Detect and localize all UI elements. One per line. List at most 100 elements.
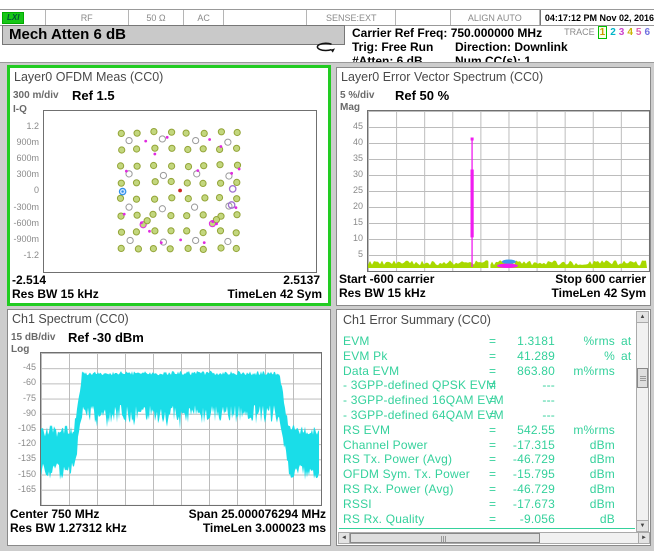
direction-text: Direction: Downlink (455, 41, 568, 54)
evm-resbw-label: Res BW 15 kHz (339, 286, 426, 300)
y-tick-label: -120 (18, 438, 36, 448)
trace-select-3[interactable]: 3 (619, 27, 625, 38)
trace-select-5[interactable]: 5 (636, 27, 642, 38)
quadrant-area: Layer0 OFDM Meas (CC0) 300 m/div Ref 1.5… (0, 62, 654, 551)
metric-name: RSSI (343, 497, 372, 511)
trig-text: Trig: Free Run (352, 41, 433, 54)
y-tick-label: -300m (13, 202, 39, 212)
evm-timelen-label: TimeLen 42 Sym (552, 286, 647, 300)
summary-row: - 3GPP-defined 16QAM EVM=--- (343, 393, 637, 408)
summary-row: RS Tx. Power (Avg)=-46.729dBm (343, 452, 637, 467)
ofdm-ref-label: Ref 1.5 (72, 88, 115, 103)
horizontal-scroll-thumb[interactable] (350, 533, 540, 543)
y-tick-label: -45 (23, 362, 36, 372)
y-tick-label: -75 (23, 393, 36, 403)
metric-name: RS Rx. Quality (343, 512, 425, 526)
metric-name: OFDM Sym. Tx. Power (343, 467, 470, 481)
scroll-right-arrow[interactable]: ► (638, 533, 649, 543)
lxi-indicator: LXI (2, 12, 24, 24)
ofdm-xmax-label: 2.5137 (283, 273, 320, 287)
spectrum-trace-svg (41, 353, 319, 503)
metric-name: - 3GPP-defined 16QAM EVM (343, 393, 504, 407)
metric-value: 542.55 (495, 423, 555, 437)
constellation-svg (44, 111, 314, 270)
y-tick-label: -1.2 (23, 250, 39, 260)
summary-row: Data EVM=863.80m%rms (343, 364, 637, 379)
metric-unit: %rms (557, 334, 615, 348)
metric-unit: m%rms (557, 364, 615, 378)
spectrum-span-label: Span 25.000076294 MHz (189, 507, 326, 521)
spectrum-panel[interactable]: Ch1 Spectrum (CC0) 15 dB/div Ref -30 dBm… (7, 309, 331, 546)
spectrum-center-label: Center 750 MHz (10, 507, 99, 521)
summary-row: Channel Power=-17.315dBm (343, 438, 637, 453)
trace-select-1[interactable]: 1 (598, 26, 608, 39)
trace-row: TRACE123456 (564, 27, 650, 38)
metric-name: EVM Pk (343, 349, 388, 363)
status-spacer (224, 10, 307, 25)
summary-row: EVM=1.3181%rmsat (343, 334, 637, 349)
metric-value: -46.729 (495, 482, 555, 496)
error-vector-spectrum-panel[interactable]: Layer0 Error Vector Spectrum (CC0) 5 %/d… (336, 67, 651, 306)
y-tick-label: -60 (23, 377, 36, 387)
ofdm-xmin-label: -2.514 (12, 273, 46, 287)
y-tick-label: 40 (353, 137, 363, 147)
scroll-left-arrow[interactable]: ◄ (339, 533, 350, 543)
y-tick-label: 5 (358, 249, 363, 259)
continuous-sweep-icon (313, 40, 335, 54)
status-spacer (396, 10, 450, 25)
metric-name: Channel Power (343, 438, 428, 452)
summary-divider (339, 528, 635, 529)
analyzer-screen: LXI RF 50 Ω AC SENSE:EXT ALIGN AUTO 04:1… (0, 0, 654, 551)
vertical-scrollbar[interactable]: ▲ ▼ (636, 311, 649, 532)
error-summary-panel[interactable]: Ch1 Error Summary (CC0) EVM=1.3181%rmsat… (336, 309, 651, 546)
horizontal-scrollbar[interactable]: ◄ ► (338, 532, 650, 544)
metric-value: --- (495, 408, 555, 422)
summary-row: RS Rx. Quality=-9.056dB (343, 512, 637, 527)
trace-select-2[interactable]: 2 (610, 27, 616, 38)
summary-row: EVM Pk=41.289%at (343, 349, 637, 364)
y-tick-label: 900m (16, 137, 39, 147)
metric-extra: at (621, 349, 631, 363)
summary-table: EVM=1.3181%rmsatEVM Pk=41.289%atData EVM… (343, 334, 637, 526)
metric-extra: at (621, 334, 631, 348)
summary-row: - 3GPP-defined 64QAM EVM=--- (343, 408, 637, 423)
scroll-down-arrow[interactable]: ▼ (637, 520, 648, 531)
vertical-scroll-thumb[interactable] (637, 368, 648, 388)
y-tick-label: 0 (34, 185, 39, 195)
scroll-up-arrow[interactable]: ▲ (637, 312, 648, 323)
evm-plot (367, 110, 650, 272)
metric-value: -17.315 (495, 438, 555, 452)
metric-value: -46.729 (495, 452, 555, 466)
ofdm-meas-panel[interactable]: Layer0 OFDM Meas (CC0) 300 m/div Ref 1.5… (7, 65, 331, 306)
carrier-ref-text: Carrier Ref Freq: 750.000000 MHz (352, 27, 542, 40)
lxi-cell: LXI (0, 10, 46, 25)
y-tick-label: 25 (353, 185, 363, 195)
metric-value: --- (495, 393, 555, 407)
y-tick-label: -135 (18, 453, 36, 463)
thumb-grip (441, 536, 446, 542)
y-tick-label: 45 (353, 121, 363, 131)
trace-digits: 123456 (595, 27, 650, 37)
y-tick-label: -600m (13, 218, 39, 228)
constellation-plot (43, 110, 317, 273)
y-tick-label: 300m (16, 169, 39, 179)
trace-select-4[interactable]: 4 (627, 27, 633, 38)
mech-atten-label: Mech Atten 6 dB (9, 26, 126, 43)
metric-value: 1.3181 (495, 334, 555, 348)
y-tick-label: 600m (16, 153, 39, 163)
spectrum-timelen-label: TimeLen 3.000023 ms (203, 521, 326, 535)
metric-unit: m%rms (557, 423, 615, 437)
evm-ytick-column: 45403530252015105 (337, 68, 365, 305)
trace-select-6[interactable]: 6 (644, 27, 650, 38)
thumb-grip (640, 376, 646, 381)
evm-title: Layer0 Error Vector Spectrum (CC0) (341, 70, 543, 84)
summary-row: OFDM Sym. Tx. Power=-15.795dBm (343, 467, 637, 482)
y-tick-label: 30 (353, 169, 363, 179)
coupling-indicator: AC (184, 10, 224, 25)
metric-value: --- (495, 378, 555, 392)
metric-unit: dBm (557, 482, 615, 496)
ofdm-resbw-label: Res BW 15 kHz (12, 287, 99, 301)
mech-atten-box[interactable]: Mech Atten 6 dB (2, 25, 345, 45)
spectrum-resbw-label: Res BW 1.27312 kHz (10, 521, 127, 535)
metric-name: Data EVM (343, 364, 399, 378)
